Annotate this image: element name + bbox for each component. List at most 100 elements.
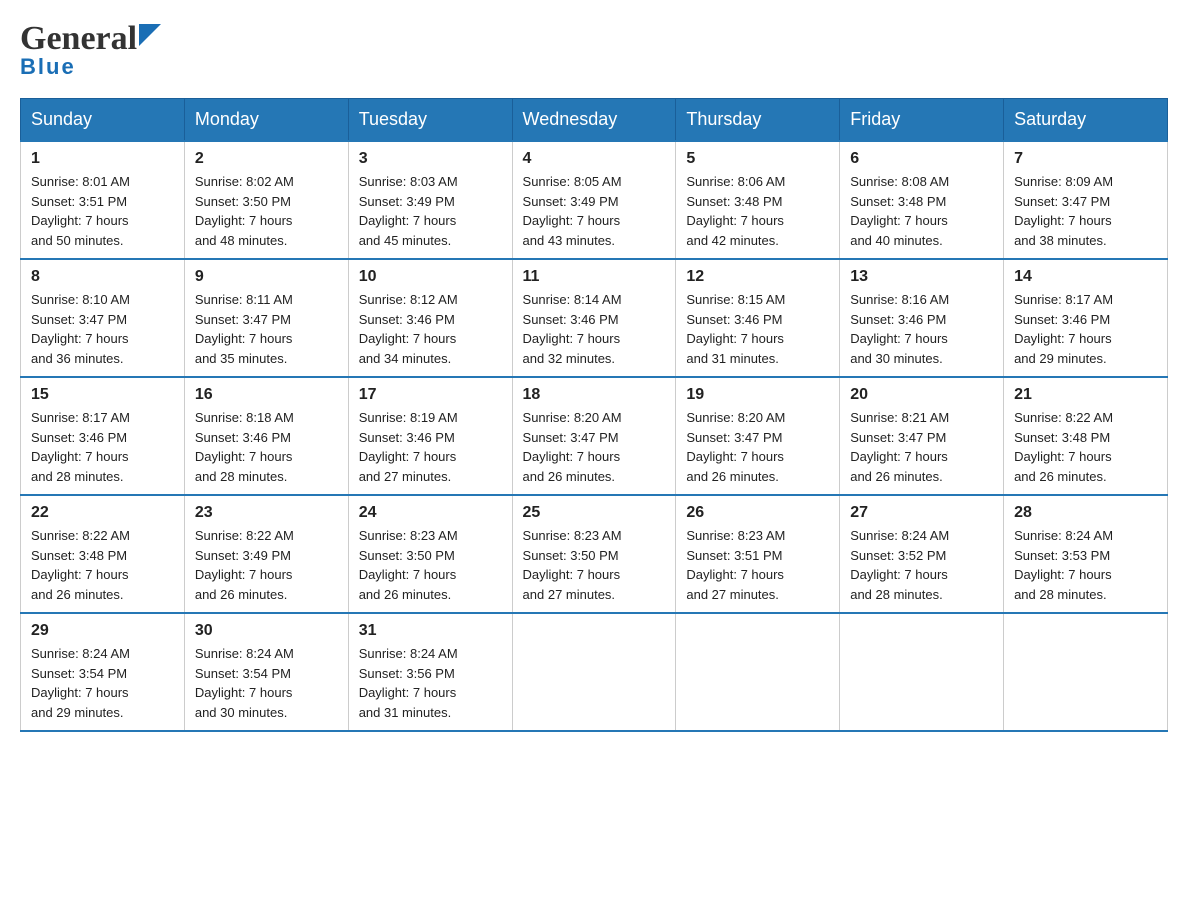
day-info: Sunrise: 8:16 AM Sunset: 3:46 PM Dayligh… — [850, 290, 993, 368]
day-number: 3 — [359, 150, 502, 168]
day-number: 15 — [31, 386, 174, 404]
day-cell-5: 5 Sunrise: 8:06 AM Sunset: 3:48 PM Dayli… — [676, 141, 840, 259]
week-row-2: 8 Sunrise: 8:10 AM Sunset: 3:47 PM Dayli… — [21, 259, 1168, 377]
header-friday: Friday — [840, 99, 1004, 142]
day-cell-26: 26 Sunrise: 8:23 AM Sunset: 3:51 PM Dayl… — [676, 495, 840, 613]
day-info: Sunrise: 8:17 AM Sunset: 3:46 PM Dayligh… — [1014, 290, 1157, 368]
day-cell-20: 20 Sunrise: 8:21 AM Sunset: 3:47 PM Dayl… — [840, 377, 1004, 495]
day-number: 7 — [1014, 150, 1157, 168]
day-info: Sunrise: 8:17 AM Sunset: 3:46 PM Dayligh… — [31, 408, 174, 486]
day-cell-22: 22 Sunrise: 8:22 AM Sunset: 3:48 PM Dayl… — [21, 495, 185, 613]
day-number: 24 — [359, 504, 502, 522]
header-monday: Monday — [184, 99, 348, 142]
day-cell-16: 16 Sunrise: 8:18 AM Sunset: 3:46 PM Dayl… — [184, 377, 348, 495]
day-cell-6: 6 Sunrise: 8:08 AM Sunset: 3:48 PM Dayli… — [840, 141, 1004, 259]
calendar-table: SundayMondayTuesdayWednesdayThursdayFrid… — [20, 98, 1168, 732]
day-number: 8 — [31, 268, 174, 286]
day-cell-19: 19 Sunrise: 8:20 AM Sunset: 3:47 PM Dayl… — [676, 377, 840, 495]
day-info: Sunrise: 8:05 AM Sunset: 3:49 PM Dayligh… — [523, 172, 666, 250]
logo-icon: General — [20, 20, 161, 58]
day-number: 29 — [31, 622, 174, 640]
day-number: 12 — [686, 268, 829, 286]
day-cell-11: 11 Sunrise: 8:14 AM Sunset: 3:46 PM Dayl… — [512, 259, 676, 377]
day-cell-9: 9 Sunrise: 8:11 AM Sunset: 3:47 PM Dayli… — [184, 259, 348, 377]
day-number: 21 — [1014, 386, 1157, 404]
day-info: Sunrise: 8:19 AM Sunset: 3:46 PM Dayligh… — [359, 408, 502, 486]
empty-cell-w4-c5 — [840, 613, 1004, 731]
day-number: 2 — [195, 150, 338, 168]
day-number: 28 — [1014, 504, 1157, 522]
day-cell-7: 7 Sunrise: 8:09 AM Sunset: 3:47 PM Dayli… — [1004, 141, 1168, 259]
day-info: Sunrise: 8:02 AM Sunset: 3:50 PM Dayligh… — [195, 172, 338, 250]
logo-general-text: General — [20, 20, 137, 58]
day-info: Sunrise: 8:23 AM Sunset: 3:51 PM Dayligh… — [686, 526, 829, 604]
day-cell-14: 14 Sunrise: 8:17 AM Sunset: 3:46 PM Dayl… — [1004, 259, 1168, 377]
day-info: Sunrise: 8:22 AM Sunset: 3:49 PM Dayligh… — [195, 526, 338, 604]
day-number: 5 — [686, 150, 829, 168]
week-row-5: 29 Sunrise: 8:24 AM Sunset: 3:54 PM Dayl… — [21, 613, 1168, 731]
day-info: Sunrise: 8:20 AM Sunset: 3:47 PM Dayligh… — [523, 408, 666, 486]
day-info: Sunrise: 8:24 AM Sunset: 3:52 PM Dayligh… — [850, 526, 993, 604]
day-info: Sunrise: 8:09 AM Sunset: 3:47 PM Dayligh… — [1014, 172, 1157, 250]
day-number: 19 — [686, 386, 829, 404]
day-info: Sunrise: 8:23 AM Sunset: 3:50 PM Dayligh… — [359, 526, 502, 604]
day-info: Sunrise: 8:23 AM Sunset: 3:50 PM Dayligh… — [523, 526, 666, 604]
day-info: Sunrise: 8:12 AM Sunset: 3:46 PM Dayligh… — [359, 290, 502, 368]
day-number: 14 — [1014, 268, 1157, 286]
day-info: Sunrise: 8:01 AM Sunset: 3:51 PM Dayligh… — [31, 172, 174, 250]
day-number: 10 — [359, 268, 502, 286]
day-number: 22 — [31, 504, 174, 522]
header-saturday: Saturday — [1004, 99, 1168, 142]
day-number: 6 — [850, 150, 993, 168]
logo-blue-text: Blue — [20, 54, 76, 80]
day-cell-15: 15 Sunrise: 8:17 AM Sunset: 3:46 PM Dayl… — [21, 377, 185, 495]
day-info: Sunrise: 8:24 AM Sunset: 3:56 PM Dayligh… — [359, 644, 502, 722]
day-number: 16 — [195, 386, 338, 404]
day-cell-29: 29 Sunrise: 8:24 AM Sunset: 3:54 PM Dayl… — [21, 613, 185, 731]
day-info: Sunrise: 8:14 AM Sunset: 3:46 PM Dayligh… — [523, 290, 666, 368]
calendar-header-row: SundayMondayTuesdayWednesdayThursdayFrid… — [21, 99, 1168, 142]
day-info: Sunrise: 8:15 AM Sunset: 3:46 PM Dayligh… — [686, 290, 829, 368]
day-info: Sunrise: 8:08 AM Sunset: 3:48 PM Dayligh… — [850, 172, 993, 250]
day-cell-24: 24 Sunrise: 8:23 AM Sunset: 3:50 PM Dayl… — [348, 495, 512, 613]
day-number: 17 — [359, 386, 502, 404]
day-cell-30: 30 Sunrise: 8:24 AM Sunset: 3:54 PM Dayl… — [184, 613, 348, 731]
day-info: Sunrise: 8:20 AM Sunset: 3:47 PM Dayligh… — [686, 408, 829, 486]
day-number: 18 — [523, 386, 666, 404]
day-info: Sunrise: 8:22 AM Sunset: 3:48 PM Dayligh… — [31, 526, 174, 604]
header-thursday: Thursday — [676, 99, 840, 142]
day-number: 23 — [195, 504, 338, 522]
day-info: Sunrise: 8:21 AM Sunset: 3:47 PM Dayligh… — [850, 408, 993, 486]
empty-cell-w4-c4 — [676, 613, 840, 731]
day-cell-1: 1 Sunrise: 8:01 AM Sunset: 3:51 PM Dayli… — [21, 141, 185, 259]
day-cell-4: 4 Sunrise: 8:05 AM Sunset: 3:49 PM Dayli… — [512, 141, 676, 259]
logo: General Blue — [20, 20, 161, 80]
day-number: 1 — [31, 150, 174, 168]
day-info: Sunrise: 8:03 AM Sunset: 3:49 PM Dayligh… — [359, 172, 502, 250]
week-row-1: 1 Sunrise: 8:01 AM Sunset: 3:51 PM Dayli… — [21, 141, 1168, 259]
day-info: Sunrise: 8:24 AM Sunset: 3:54 PM Dayligh… — [31, 644, 174, 722]
day-number: 4 — [523, 150, 666, 168]
day-info: Sunrise: 8:06 AM Sunset: 3:48 PM Dayligh… — [686, 172, 829, 250]
day-cell-8: 8 Sunrise: 8:10 AM Sunset: 3:47 PM Dayli… — [21, 259, 185, 377]
day-number: 25 — [523, 504, 666, 522]
day-info: Sunrise: 8:22 AM Sunset: 3:48 PM Dayligh… — [1014, 408, 1157, 486]
day-cell-10: 10 Sunrise: 8:12 AM Sunset: 3:46 PM Dayl… — [348, 259, 512, 377]
day-number: 27 — [850, 504, 993, 522]
header-wednesday: Wednesday — [512, 99, 676, 142]
empty-cell-w4-c6 — [1004, 613, 1168, 731]
day-cell-18: 18 Sunrise: 8:20 AM Sunset: 3:47 PM Dayl… — [512, 377, 676, 495]
day-number: 13 — [850, 268, 993, 286]
logo-arrow-icon — [139, 24, 161, 46]
day-cell-28: 28 Sunrise: 8:24 AM Sunset: 3:53 PM Dayl… — [1004, 495, 1168, 613]
empty-cell-w4-c3 — [512, 613, 676, 731]
day-cell-25: 25 Sunrise: 8:23 AM Sunset: 3:50 PM Dayl… — [512, 495, 676, 613]
day-number: 20 — [850, 386, 993, 404]
day-cell-21: 21 Sunrise: 8:22 AM Sunset: 3:48 PM Dayl… — [1004, 377, 1168, 495]
day-info: Sunrise: 8:11 AM Sunset: 3:47 PM Dayligh… — [195, 290, 338, 368]
day-number: 11 — [523, 268, 666, 286]
day-cell-2: 2 Sunrise: 8:02 AM Sunset: 3:50 PM Dayli… — [184, 141, 348, 259]
week-row-3: 15 Sunrise: 8:17 AM Sunset: 3:46 PM Dayl… — [21, 377, 1168, 495]
day-cell-12: 12 Sunrise: 8:15 AM Sunset: 3:46 PM Dayl… — [676, 259, 840, 377]
day-info: Sunrise: 8:10 AM Sunset: 3:47 PM Dayligh… — [31, 290, 174, 368]
